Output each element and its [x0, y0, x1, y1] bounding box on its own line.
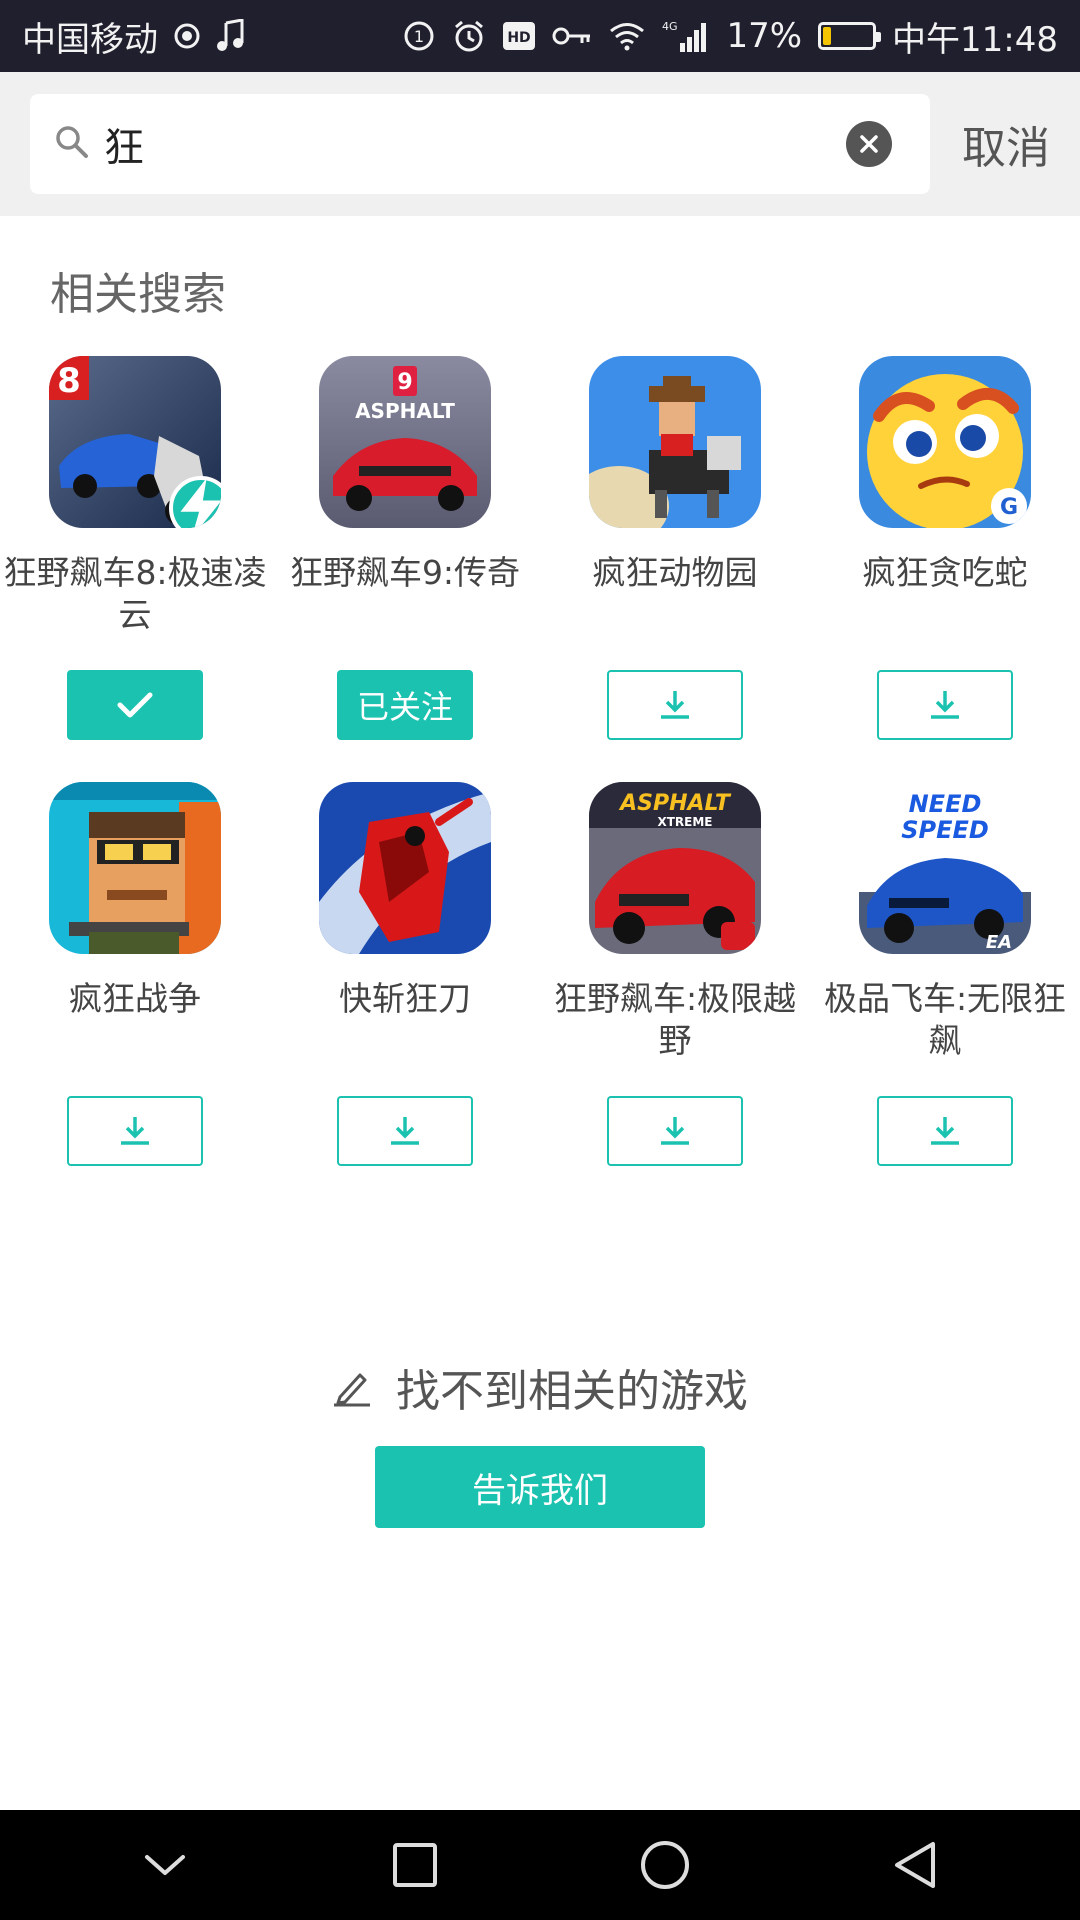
- signal-icon: 4G: [662, 19, 710, 53]
- app-row: 8 狂野飙车8:极速凌云 9 ASPHALT 狂野飙车9:传奇 已关注 疯狂动物…: [0, 356, 1080, 782]
- svg-text:4G: 4G: [662, 20, 678, 33]
- search-input[interactable]: [104, 121, 846, 167]
- hotspot-icon: [172, 21, 202, 51]
- app-row: 疯狂战争 快斩狂刀 ASPHALT XTREME 狂野飙车:极限越野 NEED …: [0, 782, 1080, 1208]
- download-button[interactable]: [337, 1096, 473, 1166]
- app-name: 狂野飙车8:极速凌云: [3, 553, 267, 634]
- status-bar: 中国移动 1 HD 4G 17% 中午11:48: [0, 0, 1080, 72]
- chevron-down-icon: [145, 1855, 185, 1875]
- download-icon: [121, 1117, 149, 1145]
- lightning-icon: [169, 476, 221, 528]
- music-icon: [216, 19, 246, 53]
- search-box[interactable]: [30, 94, 930, 194]
- hd-icon: HD: [502, 21, 536, 51]
- app-grid: 8 狂野飙车8:极速凌云 9 ASPHALT 狂野飙车9:传奇 已关注 疯狂动物…: [0, 356, 1080, 1208]
- app-card[interactable]: NEED SPEED EA 极品飞车:无限狂飙: [810, 782, 1080, 1166]
- svg-text:9: 9: [397, 370, 412, 395]
- tell-us-button[interactable]: 告诉我们: [375, 1446, 705, 1528]
- need-for-speed-icon[interactable]: NEED SPEED EA: [859, 782, 1031, 954]
- app-card[interactable]: 9 ASPHALT 狂野飙车9:传奇 已关注: [270, 356, 540, 740]
- cancel-button[interactable]: 取消: [962, 112, 1050, 176]
- square-icon: [393, 1843, 437, 1887]
- battery-percent: 17%: [726, 16, 803, 56]
- download-button[interactable]: [607, 670, 743, 740]
- svg-text:1: 1: [414, 27, 424, 46]
- alarm-icon: [452, 19, 486, 53]
- hide-nav-button[interactable]: [125, 1825, 205, 1905]
- app-name: 疯狂贪吃蛇: [862, 553, 1028, 592]
- triangle-back-icon: [895, 1842, 935, 1888]
- search-header: 取消: [0, 72, 1080, 216]
- app-card[interactable]: ASPHALT XTREME 狂野飙车:极限越野: [540, 782, 810, 1166]
- not-found-text: 找不到相关的游戏: [396, 1366, 748, 1417]
- asphalt8-icon[interactable]: 8: [49, 356, 221, 528]
- circle-icon: [641, 1841, 689, 1889]
- app-card[interactable]: 疯狂动物园: [540, 356, 810, 740]
- svg-text:G: G: [1000, 495, 1018, 520]
- download-icon: [931, 1117, 959, 1145]
- navigation-bar: [0, 1810, 1080, 1920]
- app-card[interactable]: 疯狂战争: [0, 782, 270, 1166]
- app-name: 疯狂动物园: [592, 553, 758, 592]
- home-button[interactable]: [625, 1825, 705, 1905]
- pencil-icon: [334, 1373, 370, 1407]
- carrier-label: 中国移动: [22, 19, 158, 60]
- section-title: 相关搜索: [50, 269, 226, 320]
- svg-text:ASPHALT: ASPHALT: [355, 399, 455, 423]
- clock: 中午11:48: [892, 19, 1058, 60]
- check-icon: [117, 692, 153, 718]
- download-button[interactable]: [607, 1096, 743, 1166]
- data-saver-icon: 1: [402, 19, 436, 53]
- svg-text:EA: EA: [986, 932, 1012, 953]
- app-name: 狂野飙车9:传奇: [289, 553, 521, 592]
- ninja-icon[interactable]: [319, 782, 491, 954]
- app-name: 狂野飙车:极限越野: [553, 979, 797, 1060]
- download-button[interactable]: [877, 670, 1013, 740]
- followed-button[interactable]: [67, 670, 203, 740]
- download-icon: [931, 691, 959, 719]
- download-button[interactable]: [67, 1096, 203, 1166]
- app-name: 极品飞车:无限狂飙: [823, 979, 1067, 1060]
- svg-text:NEED: NEED: [909, 790, 982, 818]
- not-found-message: 找不到相关的游戏: [0, 1355, 1080, 1419]
- followed-button[interactable]: 已关注: [337, 670, 473, 740]
- svg-text:XTREME: XTREME: [657, 815, 712, 829]
- download-icon: [391, 1117, 419, 1145]
- app-card[interactable]: G 疯狂贪吃蛇: [810, 356, 1080, 740]
- battery-icon: [818, 22, 882, 50]
- svg-text:ASPHALT: ASPHALT: [618, 791, 732, 816]
- blocky-soldier-icon[interactable]: [49, 782, 221, 954]
- svg-text:8: 8: [57, 361, 81, 401]
- asphalt9-icon[interactable]: 9 ASPHALT: [319, 356, 491, 528]
- app-name: 疯狂战争: [69, 979, 201, 1018]
- rodeo-stampede-icon[interactable]: [589, 356, 761, 528]
- app-name: 快斩狂刀: [339, 979, 471, 1018]
- app-card[interactable]: 快斩狂刀: [270, 782, 540, 1166]
- download-button[interactable]: [877, 1096, 1013, 1166]
- wifi-icon: [608, 21, 646, 51]
- svg-text:SPEED: SPEED: [901, 816, 989, 844]
- svg-text:HD: HD: [508, 30, 531, 46]
- search-icon: [54, 124, 90, 164]
- key-icon: [552, 24, 592, 48]
- battery-level: [823, 27, 832, 45]
- download-icon: [661, 691, 689, 719]
- snake-icon[interactable]: G: [859, 356, 1031, 528]
- app-card[interactable]: 8 狂野飙车8:极速凌云: [0, 356, 270, 740]
- clear-search-button[interactable]: [846, 121, 892, 167]
- close-icon: [860, 135, 878, 153]
- recents-button[interactable]: [375, 1825, 455, 1905]
- asphalt-xtreme-icon[interactable]: ASPHALT XTREME: [589, 782, 761, 954]
- back-button[interactable]: [875, 1825, 955, 1905]
- download-icon: [661, 1117, 689, 1145]
